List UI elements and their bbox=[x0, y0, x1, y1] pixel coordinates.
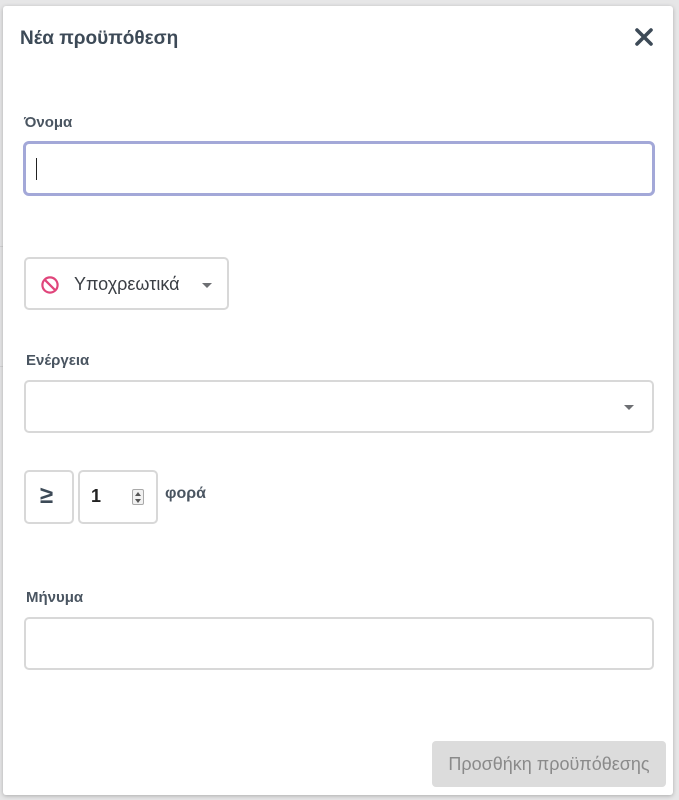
mandatory-label: Υποχρεωτικά bbox=[74, 274, 180, 294]
chevron-down-icon bbox=[624, 405, 634, 410]
count-value: 1 bbox=[91, 486, 102, 506]
greater-equal-icon: ≥ bbox=[40, 482, 54, 509]
chevron-down-icon bbox=[202, 283, 212, 288]
message-label: Μήνυμα bbox=[26, 589, 84, 606]
message-input[interactable] bbox=[24, 617, 654, 670]
action-label: Ενέργεια bbox=[26, 352, 90, 369]
new-condition-dialog: Νέα προϋπόθεση Όνομα Υποχρεωτικά Ενέργει… bbox=[3, 6, 673, 795]
name-input[interactable] bbox=[23, 141, 655, 196]
name-label: Όνομα bbox=[24, 114, 73, 131]
spinner-arrows-icon[interactable] bbox=[132, 489, 144, 505]
count-stepper[interactable]: 1 bbox=[78, 470, 158, 524]
dialog-title: Νέα προϋπόθεση bbox=[20, 28, 179, 49]
action-select[interactable] bbox=[24, 380, 654, 433]
operator-button[interactable]: ≥ bbox=[24, 470, 74, 524]
add-condition-button[interactable]: Προσθήκη προϋπόθεσης bbox=[432, 741, 666, 787]
forbidden-icon bbox=[40, 275, 60, 295]
close-icon[interactable] bbox=[632, 25, 656, 49]
text-caret bbox=[36, 158, 37, 180]
mandatory-dropdown-button[interactable]: Υποχρεωτικά bbox=[24, 257, 229, 310]
count-unit-label: φορά bbox=[165, 485, 206, 502]
